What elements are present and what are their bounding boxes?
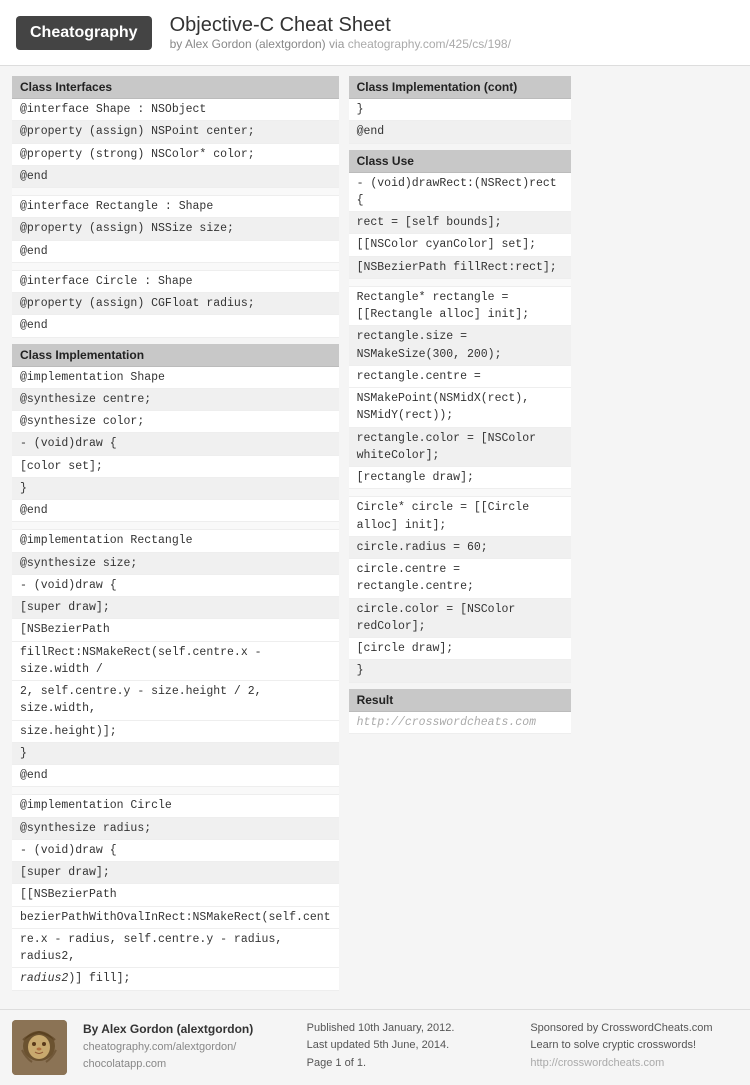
- code-line: [color set];: [12, 456, 339, 478]
- code-line: @implementation Rectangle: [12, 530, 339, 552]
- code-line: @synthesize radius;: [12, 818, 339, 840]
- footer-author-name: By Alex Gordon (alextgordon): [83, 1020, 291, 1039]
- code-line: rectangle.centre =: [349, 366, 571, 388]
- footer-author-col: By Alex Gordon (alextgordon) cheatograph…: [83, 1020, 291, 1074]
- code-line: bezierPathWithOvalInRect:NSMakeRect(self…: [12, 907, 339, 929]
- footer-info-col: Published 10th January, 2012. Last updat…: [307, 1020, 515, 1073]
- footer-sponsor-label: Sponsored by CrosswordCheats.com: [530, 1020, 738, 1038]
- code-line: @property (assign) NSSize size;: [12, 218, 339, 240]
- section-class-impl-cont: Class Implementation (cont): [349, 76, 571, 99]
- code-line: - (void)draw {: [12, 840, 339, 862]
- code-line: @end: [12, 166, 339, 188]
- main-content: Class Interfaces @interface Shape : NSOb…: [0, 66, 750, 1001]
- sponsor-name-text: CrosswordCheats.com: [601, 1022, 712, 1034]
- code-line: - (void)drawRect:(NSRect)rect {: [349, 173, 571, 213]
- avatar: [12, 1020, 67, 1075]
- page-title: Objective-C Cheat Sheet: [170, 14, 511, 37]
- code-line: @end: [12, 315, 339, 337]
- code-line: [NSBezierPath fillRect:rect];: [349, 257, 571, 279]
- code-spacer: [349, 279, 571, 287]
- code-line: [[NSBezierPath: [12, 884, 339, 906]
- header: Cheatography Objective-C Cheat Sheet by …: [0, 0, 750, 66]
- by-label: by: [170, 37, 183, 51]
- sponsor-site[interactable]: http://crosswordcheats.com: [530, 1055, 738, 1073]
- code-line: re.x - radius, self.centre.y - radius, r…: [12, 929, 339, 969]
- code-line: }: [12, 743, 339, 765]
- code-line: @end: [349, 121, 571, 143]
- code-line: rectangle.color = [NSColor whiteColor];: [349, 428, 571, 468]
- sponsor-tagline: Learn to solve cryptic crosswords!: [530, 1037, 738, 1055]
- footer-author-link1[interactable]: cheatography.com/alextgordon/: [83, 1039, 291, 1057]
- code-line: @end: [12, 500, 339, 522]
- code-line: fillRect:NSMakeRect(self.centre.x - size…: [12, 642, 339, 682]
- code-line: Rectangle* rectangle = [[Rectangle alloc…: [349, 287, 571, 327]
- code-spacer: [12, 263, 339, 271]
- footer-page: Page 1 of 1.: [307, 1055, 515, 1073]
- code-line: [super draw];: [12, 597, 339, 619]
- code-line: @property (assign) NSPoint center;: [12, 121, 339, 143]
- sponsor-label-text: Sponsored by: [530, 1022, 598, 1034]
- footer: By Alex Gordon (alextgordon) cheatograph…: [0, 1009, 750, 1085]
- code-line: }: [349, 660, 571, 682]
- code-line: circle.radius = 60;: [349, 537, 571, 559]
- code-line: 2, self.centre.y - size.height / 2, size…: [12, 681, 339, 721]
- author-name: Alex Gordon (alextgordon): [185, 37, 326, 51]
- code-line: @interface Rectangle : Shape: [12, 196, 339, 218]
- code-line: @end: [12, 241, 339, 263]
- code-line: [[NSColor cyanColor] set];: [349, 234, 571, 256]
- footer-sponsor-col: Sponsored by CrosswordCheats.com Learn t…: [530, 1020, 738, 1073]
- code-line: rectangle.size = NSMakeSize(300, 200);: [349, 326, 571, 366]
- code-line: Circle* circle = [[Circle alloc] init];: [349, 497, 571, 537]
- header-title-block: Objective-C Cheat Sheet by Alex Gordon (…: [170, 14, 511, 51]
- code-line: @implementation Circle: [12, 795, 339, 817]
- via-label: via: [329, 37, 348, 51]
- code-line: [rectangle draw];: [349, 467, 571, 489]
- section-result: Result: [349, 689, 571, 712]
- section-class-use: Class Use: [349, 150, 571, 173]
- logo: Cheatography: [16, 16, 152, 50]
- left-column: Class Interfaces @interface Shape : NSOb…: [12, 76, 339, 991]
- code-line: @interface Circle : Shape: [12, 271, 339, 293]
- code-line: circle.color = [NSColor redColor];: [349, 599, 571, 639]
- code-spacer: [12, 188, 339, 196]
- site-link[interactable]: cheatography.com/425/cs/198/: [348, 37, 511, 51]
- code-spacer: [12, 522, 339, 530]
- code-line: size.height)];: [12, 721, 339, 743]
- footer-published: Published 10th January, 2012.: [307, 1020, 515, 1038]
- footer-author-link2[interactable]: chocolatapp.com: [83, 1056, 291, 1074]
- code-line: [circle draw];: [349, 638, 571, 660]
- code-line: [NSBezierPath: [12, 619, 339, 641]
- section-class-interfaces: Class Interfaces: [12, 76, 339, 99]
- code-line: @implementation Shape: [12, 367, 339, 389]
- code-line: }: [349, 99, 571, 121]
- result-link[interactable]: http://crosswordcheats.com: [349, 712, 571, 734]
- code-line: @synthesize color;: [12, 411, 339, 433]
- code-spacer: [349, 489, 571, 497]
- code-line: @interface Shape : NSObject: [12, 99, 339, 121]
- right-column: Class Implementation (cont) } @end Class…: [349, 76, 571, 991]
- code-line: NSMakePoint(NSMidX(rect), NSMidY(rect));: [349, 388, 571, 428]
- code-line: rect = [self bounds];: [349, 212, 571, 234]
- code-spacer: [12, 787, 339, 795]
- code-line: @end: [12, 765, 339, 787]
- code-line: @synthesize centre;: [12, 389, 339, 411]
- code-line: @property (strong) NSColor* color;: [12, 144, 339, 166]
- code-line: - (void)draw {: [12, 433, 339, 455]
- section-class-implementation: Class Implementation: [12, 344, 339, 367]
- code-line: @property (assign) CGFloat radius;: [12, 293, 339, 315]
- code-line: [super draw];: [12, 862, 339, 884]
- code-line: radius2)] fill];: [12, 968, 339, 990]
- code-line: }: [12, 478, 339, 500]
- code-line: - (void)draw {: [12, 575, 339, 597]
- code-line: circle.centre = rectangle.centre;: [349, 559, 571, 599]
- code-line: @synthesize size;: [12, 553, 339, 575]
- footer-updated: Last updated 5th June, 2014.: [307, 1037, 515, 1055]
- header-subtitle: by Alex Gordon (alextgordon) via cheatog…: [170, 37, 511, 51]
